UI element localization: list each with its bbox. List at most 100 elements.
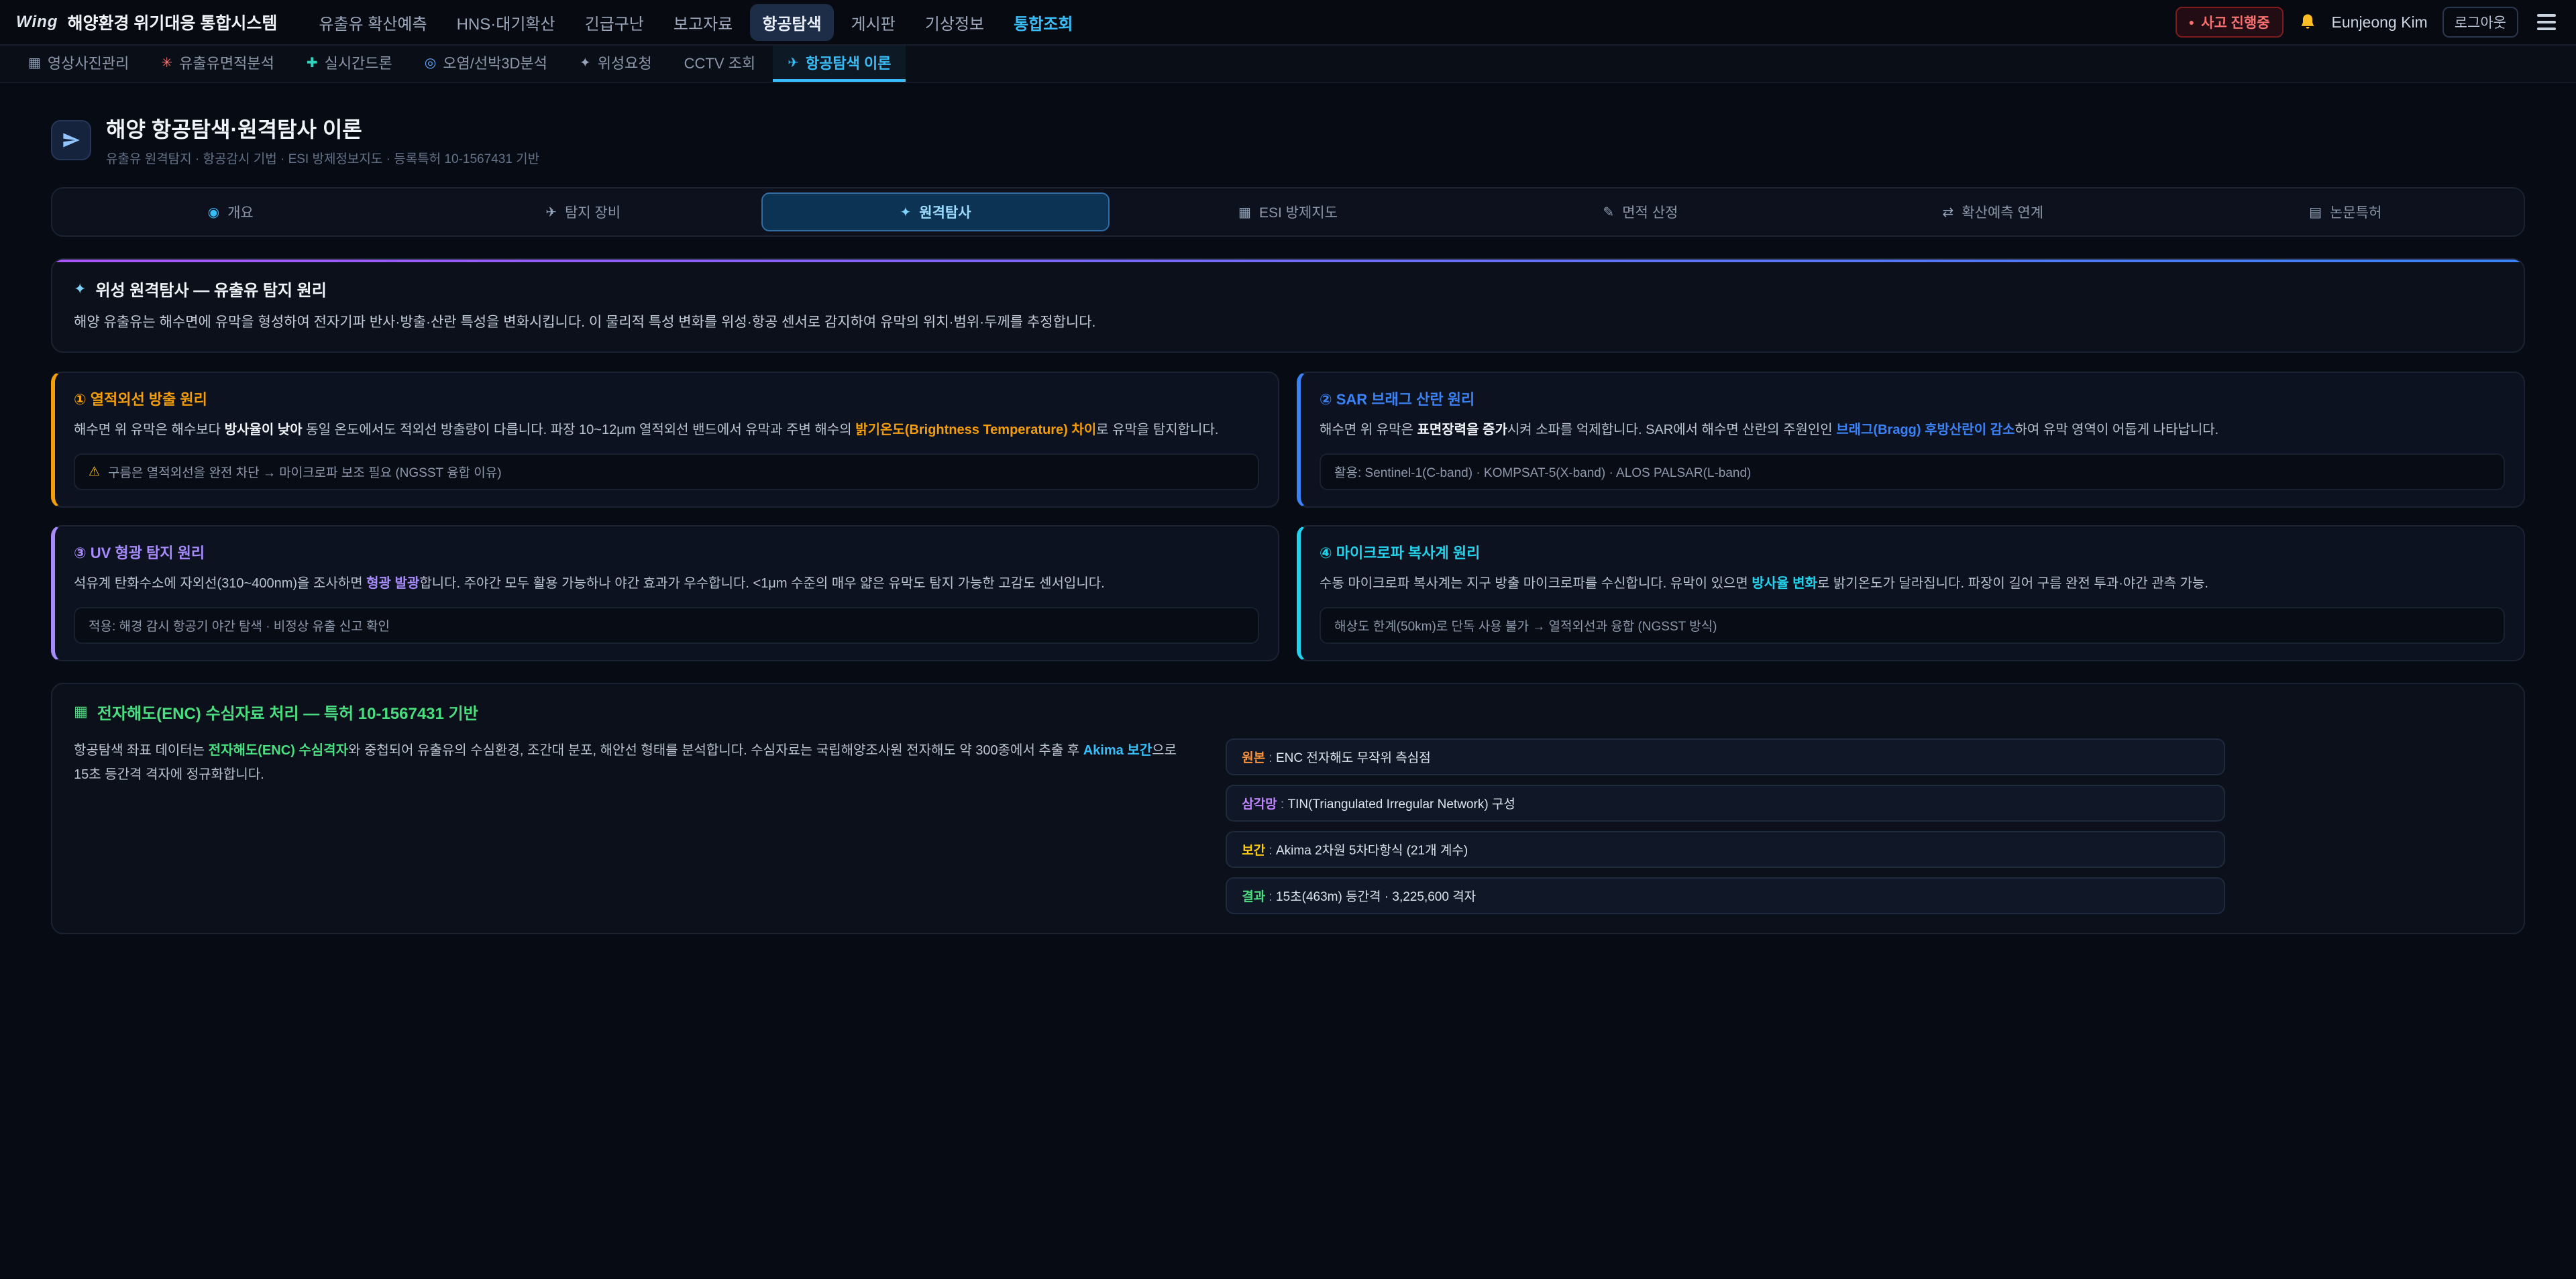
drone-icon: ✚ (307, 54, 318, 71)
section-description: 해양 유출유는 해수면에 유막을 형성하여 전자기파 반사·방출·산란 특성을 … (74, 311, 2502, 334)
map-grid-icon: ▦ (1238, 204, 1251, 221)
nav-item-reports[interactable]: 보고자료 (661, 4, 745, 41)
card-body: 수동 마이크로파 복사계는 지구 방출 마이크로파를 수신합니다. 유막이 있으… (1320, 572, 2505, 595)
subtab-label: 위성요청 (598, 52, 652, 73)
tab-label: 논문특허 (2330, 202, 2381, 222)
nav-item-board[interactable]: 게시판 (839, 4, 908, 41)
nav-item-emergency-rescue[interactable]: 긴급구난 (573, 4, 656, 41)
card-note: 적용: 해경 감시 항공기 야간 탐색 · 비정상 유출 신고 확인 (74, 607, 1259, 644)
notification-bell-icon[interactable] (2298, 13, 2317, 32)
status-dot-icon: ● (2189, 17, 2194, 27)
tab-overview[interactable]: ◉ 개요 (56, 192, 405, 231)
navbar-right: ● 사고 진행중 Eunjeong Kim 로그아웃 (2176, 7, 2560, 38)
theory-tab-bar: ◉ 개요 ✈ 탐지 장비 ✦ 원격탐사 ▦ ESI 방제지도 ✎ 면적 산정 ⇄… (51, 187, 2525, 237)
subtab-oil-area-analysis[interactable]: ✳ 유출유면적분석 (146, 46, 288, 82)
subtab-label: 실시간드론 (325, 52, 392, 73)
tab-area-calculation[interactable]: ✎ 면적 산정 (1466, 192, 1815, 231)
link-icon: ⇄ (1943, 204, 1954, 221)
card-title: ③ UV 형광 탐지 원리 (74, 541, 1259, 563)
nav-item-weather[interactable]: 기상정보 (913, 4, 996, 41)
card-note: 활용: Sentinel-1(C-band) · KOMPSAT-5(X-ban… (1320, 453, 2505, 490)
card-body: 해수면 위 유막은 해수보다 방사율이 낮아 동일 온도에서도 적외선 방출량이… (74, 419, 1259, 441)
nav-item-integrated-search[interactable]: 통합조회 (1002, 4, 1085, 41)
tab-label: 면적 산정 (1622, 202, 1678, 222)
card-note: ⚠ 구름은 열적외선을 완전 차단 → 마이크로파 보조 필요 (NGSST 융… (74, 453, 1259, 490)
enc-step-source: 원본ENC 전자해도 무작위 측심점 (1226, 738, 2225, 775)
subtab-aerial-theory[interactable]: ✈ 항공탐색 이론 (773, 46, 906, 82)
tab-label: 원격탐사 (919, 202, 971, 222)
card-note-text: 구름은 열적외선을 완전 차단 → 마이크로파 보조 필요 (NGSST 융합 … (108, 463, 502, 481)
satellite-icon: ✦ (74, 280, 86, 298)
tab-label: 탐지 장비 (565, 202, 621, 222)
brand[interactable]: Wing 해양환경 위기대응 통합시스템 (16, 10, 277, 34)
globe-icon: ◉ (208, 204, 219, 221)
warning-icon: ⚠ (89, 464, 100, 480)
card-body: 해수면 위 유막은 표면장력을 증가시켜 소파를 억제합니다. SAR에서 해수… (1320, 419, 2505, 441)
satellite-icon: ✦ (900, 204, 912, 221)
page-title: 해양 항공탐색·원격탐사 이론 (106, 113, 539, 144)
tab-label: 개요 (227, 202, 254, 222)
satellite-icon: ✦ (580, 54, 591, 71)
page-header: 해양 항공탐색·원격탐사 이론 유출유 원격탐지 · 항공감시 기법 · ESI… (51, 113, 2525, 167)
main-nav: 유출유 확산예측 HNS·대기확산 긴급구난 보고자료 항공탐색 게시판 기상정… (307, 4, 1085, 41)
incident-status-badge: ● 사고 진행중 (2176, 7, 2284, 38)
tab-diffusion-link[interactable]: ⇄ 확산예측 연계 (1819, 192, 2167, 231)
subtab-label: CCTV 조회 (684, 52, 755, 73)
enc-description: 항공탐색 좌표 데이터는 전자해도(ENC) 수심격자와 중첩되어 유출유의 수… (74, 738, 1191, 914)
nav-item-aerial-search[interactable]: 항공탐색 (750, 4, 833, 41)
card-title: ① 열적외선 방출 원리 (74, 388, 1259, 409)
card-title: ② SAR 브래그 산란 원리 (1320, 388, 2505, 409)
subtab-cctv[interactable]: CCTV 조회 (669, 46, 770, 82)
subtab-realtime-drone[interactable]: ✚ 실시간드론 (292, 46, 407, 82)
top-navbar: Wing 해양환경 위기대응 통합시스템 유출유 확산예측 HNS·대기확산 긴… (0, 0, 2576, 46)
subtab-satellite-request[interactable]: ✦ 위성요청 (565, 46, 667, 82)
user-name: Eunjeong Kim (2332, 13, 2428, 32)
card-note-text: 적용: 해경 감시 항공기 야간 탐색 · 비정상 유출 신고 확인 (89, 616, 390, 634)
section-title: ✦ 위성 원격탐사 — 유출유 탐지 원리 (74, 277, 2502, 300)
subtab-label: 오염/선박3D분석 (443, 52, 547, 73)
app-title: 해양환경 위기대응 통합시스템 (67, 10, 277, 34)
nav-item-spill-prediction[interactable]: 유출유 확산예측 (307, 4, 439, 41)
tab-esi-map[interactable]: ▦ ESI 방제지도 (1114, 192, 1462, 231)
principle-card-uv: ③ UV 형광 탐지 원리 석유계 탄화수소에 자외선(310~400nm)을 … (51, 525, 1279, 661)
logout-button[interactable]: 로그아웃 (2443, 7, 2518, 38)
subtab-label: 유출유면적분석 (179, 52, 274, 73)
main-content: 해양 항공탐색·원격탐사 이론 유출유 원격탐지 · 항공감시 기법 · ESI… (0, 83, 2576, 1015)
tab-papers-patents[interactable]: ▤ 논문특허 (2171, 192, 2520, 231)
chart-grid-icon: ▦ (74, 703, 88, 720)
page-subtitle: 유출유 원격탐지 · 항공감시 기법 · ESI 방제정보지도 · 등록특허 1… (106, 149, 539, 167)
enc-step-interpolation: 보간Akima 2차원 5차다항식 (21개 계수) (1226, 831, 2225, 868)
subtab-photo-management[interactable]: ▦ 영상사진관리 (13, 46, 144, 82)
card-title: ④ 마이크로파 복사계 원리 (1320, 541, 2505, 563)
3d-analysis-icon: ◎ (425, 54, 436, 71)
enc-bathymetry-section: ▦ 전자해도(ENC) 수심자료 처리 — 특허 10-1567431 기반 항… (51, 683, 2525, 934)
menu-icon[interactable] (2533, 10, 2560, 34)
document-icon: ▤ (2309, 204, 2322, 221)
paper-plane-icon (51, 120, 91, 160)
remote-sensing-section: ✦ 위성 원격탐사 — 유출유 탐지 원리 해양 유출유는 해수면에 유막을 형… (51, 258, 2525, 353)
tab-detection-equipment[interactable]: ✈ 탐지 장비 (409, 192, 757, 231)
incident-status-label: 사고 진행중 (2201, 12, 2269, 32)
tab-label: ESI 방제지도 (1259, 202, 1338, 222)
tab-remote-sensing[interactable]: ✦ 원격탐사 (761, 192, 1110, 231)
enc-processing-steps: 원본ENC 전자해도 무작위 측심점 삼각망TIN(Triangulated I… (1226, 738, 2225, 914)
card-note: 해상도 한계(50km)로 단독 사용 불가 → 열적외선과 융합 (NGSST… (1320, 607, 2505, 644)
tab-label: 확산예측 연계 (1962, 202, 2043, 222)
principle-cards-grid: ① 열적외선 방출 원리 해수면 위 유막은 해수보다 방사율이 낮아 동일 온… (51, 372, 2525, 661)
subtab-label: 영상사진관리 (48, 52, 129, 73)
card-body: 석유계 탄화수소에 자외선(310~400nm)을 조사하면 형광 발광합니다.… (74, 572, 1259, 595)
enc-section-title: ▦ 전자해도(ENC) 수심자료 처리 — 특허 10-1567431 기반 (74, 700, 2502, 724)
principle-card-thermal-ir: ① 열적외선 방출 원리 해수면 위 유막은 해수보다 방사율이 낮아 동일 온… (51, 372, 1279, 508)
subtab-label: 항공탐색 이론 (806, 52, 892, 73)
enc-step-result: 결과15초(463m) 등간격 · 3,225,600 격자 (1226, 877, 2225, 914)
card-note-text: 해상도 한계(50km)로 단독 사용 불가 → 열적외선과 융합 (NGSST… (1334, 616, 1717, 634)
pencil-icon: ✎ (1603, 204, 1614, 221)
plane-icon: ✈ (545, 204, 557, 221)
oil-spill-icon: ✳ (161, 54, 172, 71)
enc-step-tin: 삼각망TIN(Triangulated Irregular Network) 구… (1226, 785, 2225, 822)
nav-item-hns-atmospheric[interactable]: HNS·대기확산 (445, 4, 568, 41)
subtab-pollution-ship-3d[interactable]: ◎ 오염/선박3D분석 (410, 46, 562, 82)
card-note-text: 활용: Sentinel-1(C-band) · KOMPSAT-5(X-ban… (1334, 463, 1751, 481)
principle-card-sar: ② SAR 브래그 산란 원리 해수면 위 유막은 표면장력을 증가시켜 소파를… (1297, 372, 2525, 508)
image-grid-icon: ▦ (28, 54, 41, 71)
